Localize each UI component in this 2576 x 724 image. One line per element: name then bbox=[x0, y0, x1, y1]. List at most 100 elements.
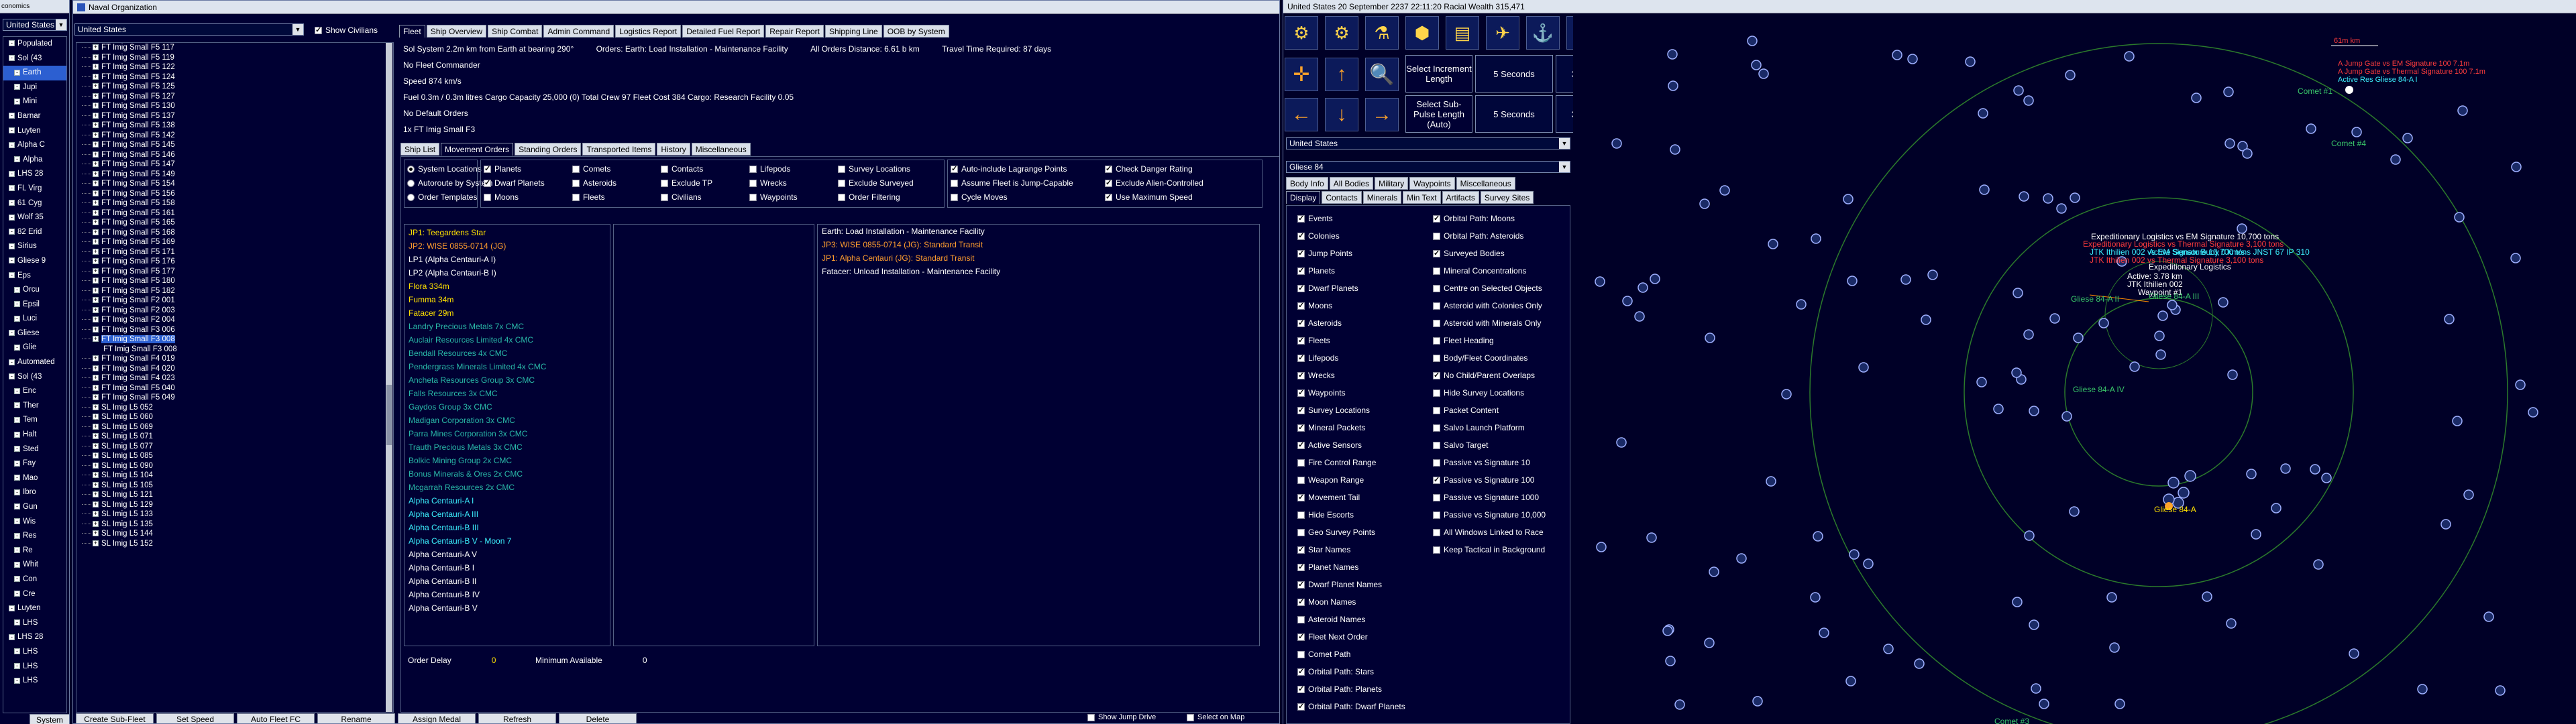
asteroid-contact[interactable] bbox=[2223, 86, 2234, 97]
asteroid-contact[interactable] bbox=[1813, 531, 1823, 542]
display-mineral-packets[interactable]: Mineral Packets bbox=[1297, 423, 1365, 432]
tab-history[interactable]: History bbox=[657, 143, 690, 156]
expand-toggle-icon[interactable]: + bbox=[93, 404, 99, 410]
asteroid-contact[interactable] bbox=[1650, 274, 1660, 284]
fleet-contact[interactable] bbox=[2167, 477, 2180, 489]
asteroid-contact[interactable] bbox=[1668, 80, 1678, 91]
map-label[interactable]: Gliese 84-A III bbox=[2149, 292, 2199, 301]
fleet-node[interactable]: + FT Imig Small F2 004 bbox=[76, 315, 393, 325]
filter-wrecks[interactable]: Wrecks bbox=[749, 178, 787, 188]
asteroid-contact[interactable] bbox=[1843, 194, 1854, 204]
display-passive-vs-signature-10[interactable]: Passive vs Signature 10 bbox=[1433, 458, 1530, 467]
fleet-node[interactable]: + FT Imig Small F2 001 bbox=[76, 296, 393, 306]
asteroid-contact[interactable] bbox=[1751, 60, 1762, 70]
system-locations-list[interactable]: JP1: Teegardens Star JP2: WISE 0855-0714 … bbox=[404, 224, 610, 646]
asteroid-contact[interactable] bbox=[2029, 619, 2039, 630]
expand-toggle-icon[interactable]: + bbox=[93, 481, 99, 488]
asteroid-contact[interactable] bbox=[1979, 184, 1990, 195]
research-icon[interactable]: ⚗ bbox=[1365, 16, 1399, 50]
tree-node[interactable]: - Mini bbox=[3, 95, 66, 109]
fleet-node[interactable]: + FT Imig Small F5 176 bbox=[76, 257, 393, 267]
fleet-node[interactable]: + FT Imig Small F5 119 bbox=[76, 53, 393, 63]
expand-toggle-icon[interactable]: + bbox=[93, 73, 99, 80]
asteroid-contact[interactable] bbox=[1914, 658, 1925, 669]
expand-toggle-icon[interactable]: - bbox=[14, 503, 20, 510]
tactical-map[interactable]: Expeditionary Logistics vs EM Signature … bbox=[1573, 13, 2576, 724]
fleet-node[interactable]: + SL Imig L5 135 bbox=[76, 520, 393, 530]
location-item[interactable]: Ancheta Resources Group 3x CMC bbox=[409, 373, 610, 387]
asteroid-contact[interactable] bbox=[2511, 162, 2522, 172]
tree-node[interactable]: - Ibro bbox=[3, 485, 66, 500]
expand-toggle-icon[interactable]: - bbox=[14, 561, 20, 568]
expand-toggle-icon[interactable]: + bbox=[93, 365, 99, 371]
expand-toggle-icon[interactable]: + bbox=[93, 239, 99, 245]
expand-toggle-icon[interactable]: - bbox=[9, 113, 15, 119]
order-delay-value[interactable]: 0 bbox=[492, 656, 496, 665]
tree-node[interactable]: - Whit bbox=[3, 558, 66, 572]
expand-toggle-icon[interactable]: - bbox=[14, 301, 20, 308]
asteroid-contact[interactable] bbox=[2444, 314, 2455, 324]
fleet-node[interactable]: + FT Imig Small F5 125 bbox=[76, 82, 393, 92]
asteroid-contact[interactable] bbox=[1978, 108, 1988, 119]
asteroid-contact[interactable] bbox=[1849, 549, 1860, 560]
asteroid-contact[interactable] bbox=[2023, 329, 2034, 340]
tree-node[interactable]: - Wolf 35 bbox=[3, 210, 66, 225]
fleet-node[interactable]: + SL Imig L5 144 bbox=[76, 529, 393, 539]
tree-node[interactable]: - Epsil bbox=[3, 298, 66, 312]
display-jump-points[interactable]: Jump Points bbox=[1297, 249, 1352, 258]
asteroid-contact[interactable] bbox=[2310, 464, 2320, 475]
display-hide-escorts[interactable]: Hide Escorts bbox=[1297, 510, 1354, 520]
asteroid-contact[interactable] bbox=[2098, 318, 2109, 328]
tree-node[interactable]: - Eps bbox=[3, 269, 66, 284]
expand-toggle-icon[interactable]: - bbox=[14, 402, 20, 409]
expand-toggle-icon[interactable]: - bbox=[14, 431, 20, 438]
ship-design-icon[interactable]: ✈ bbox=[1486, 16, 1519, 50]
display-wrecks[interactable]: Wrecks bbox=[1297, 371, 1335, 380]
expand-toggle-icon[interactable]: - bbox=[9, 243, 15, 249]
expand-toggle-icon[interactable]: - bbox=[14, 489, 20, 495]
tab-transported-items[interactable]: Transported Items bbox=[582, 143, 656, 156]
asteroid-contact[interactable] bbox=[2349, 648, 2359, 659]
display-orbital-path-moons[interactable]: Orbital Path: Moons bbox=[1433, 214, 1515, 223]
expand-toggle-icon[interactable]: + bbox=[93, 452, 99, 459]
asteroid-contact[interactable] bbox=[1704, 638, 1715, 648]
asteroid-contact[interactable] bbox=[2246, 469, 2257, 479]
expand-toggle-icon[interactable]: + bbox=[93, 336, 99, 343]
expand-toggle-icon[interactable]: + bbox=[93, 141, 99, 148]
filter-fleets[interactable]: Fleets bbox=[572, 192, 605, 202]
expand-toggle-icon[interactable]: - bbox=[14, 547, 20, 554]
tab-ship-overview[interactable]: Ship Overview bbox=[426, 25, 487, 38]
tab-ship-combat[interactable]: Ship Combat bbox=[488, 25, 543, 38]
asteroid-contact[interactable] bbox=[1662, 625, 1673, 636]
asteroid-contact[interactable] bbox=[1781, 389, 1792, 400]
display-lifepods[interactable]: Lifepods bbox=[1297, 353, 1338, 363]
expand-toggle-icon[interactable]: - bbox=[14, 591, 20, 597]
asteroid-contact[interactable] bbox=[2191, 93, 2202, 103]
expand-toggle-icon[interactable]: + bbox=[93, 170, 99, 177]
tab-admin-command[interactable]: Admin Command bbox=[543, 25, 614, 38]
fleet-node[interactable]: + FT Imig Small F5 122 bbox=[76, 62, 393, 72]
tab-movement-orders[interactable]: Movement Orders bbox=[441, 143, 514, 156]
order-item[interactable]: JP1: Alpha Centauri (JG): Standard Trans… bbox=[822, 251, 1259, 265]
asteroid-contact[interactable] bbox=[2417, 684, 2428, 695]
fleet-node[interactable]: + SL Imig L5 077 bbox=[76, 442, 393, 452]
expand-toggle-icon[interactable]: - bbox=[14, 446, 20, 452]
asteroid-contact[interactable] bbox=[2012, 597, 2023, 607]
tab-body-info[interactable]: Body Info bbox=[1286, 177, 1328, 190]
expand-toggle-icon[interactable]: + bbox=[93, 267, 99, 274]
location-item[interactable]: Alpha Centauri-B IV bbox=[409, 588, 610, 601]
display-orbital-path-stars[interactable]: Orbital Path: Stars bbox=[1297, 667, 1374, 676]
tab-miscellaneous[interactable]: Miscellaneous bbox=[691, 143, 751, 156]
asteroid-contact[interactable] bbox=[1768, 239, 1778, 249]
fleet-node[interactable]: + FT Imig Small F5 117 bbox=[76, 43, 393, 53]
tab-standing-orders[interactable]: Standing Orders bbox=[515, 143, 582, 156]
expand-toggle-icon[interactable]: - bbox=[14, 619, 20, 626]
tab-shipping-line[interactable]: Shipping Line bbox=[824, 25, 882, 38]
tree-node[interactable]: - LHS bbox=[3, 616, 66, 631]
tree-node[interactable]: - Sol (43 bbox=[3, 52, 66, 66]
expand-toggle-icon[interactable]: - bbox=[9, 257, 15, 264]
fleet-node[interactable]: + FT Imig Small F5 182 bbox=[76, 286, 393, 296]
asteroid-contact[interactable] bbox=[2109, 642, 2120, 653]
asteroid-contact[interactable] bbox=[2073, 333, 2084, 343]
fleet-node[interactable]: + SL Imig L5 069 bbox=[76, 422, 393, 432]
